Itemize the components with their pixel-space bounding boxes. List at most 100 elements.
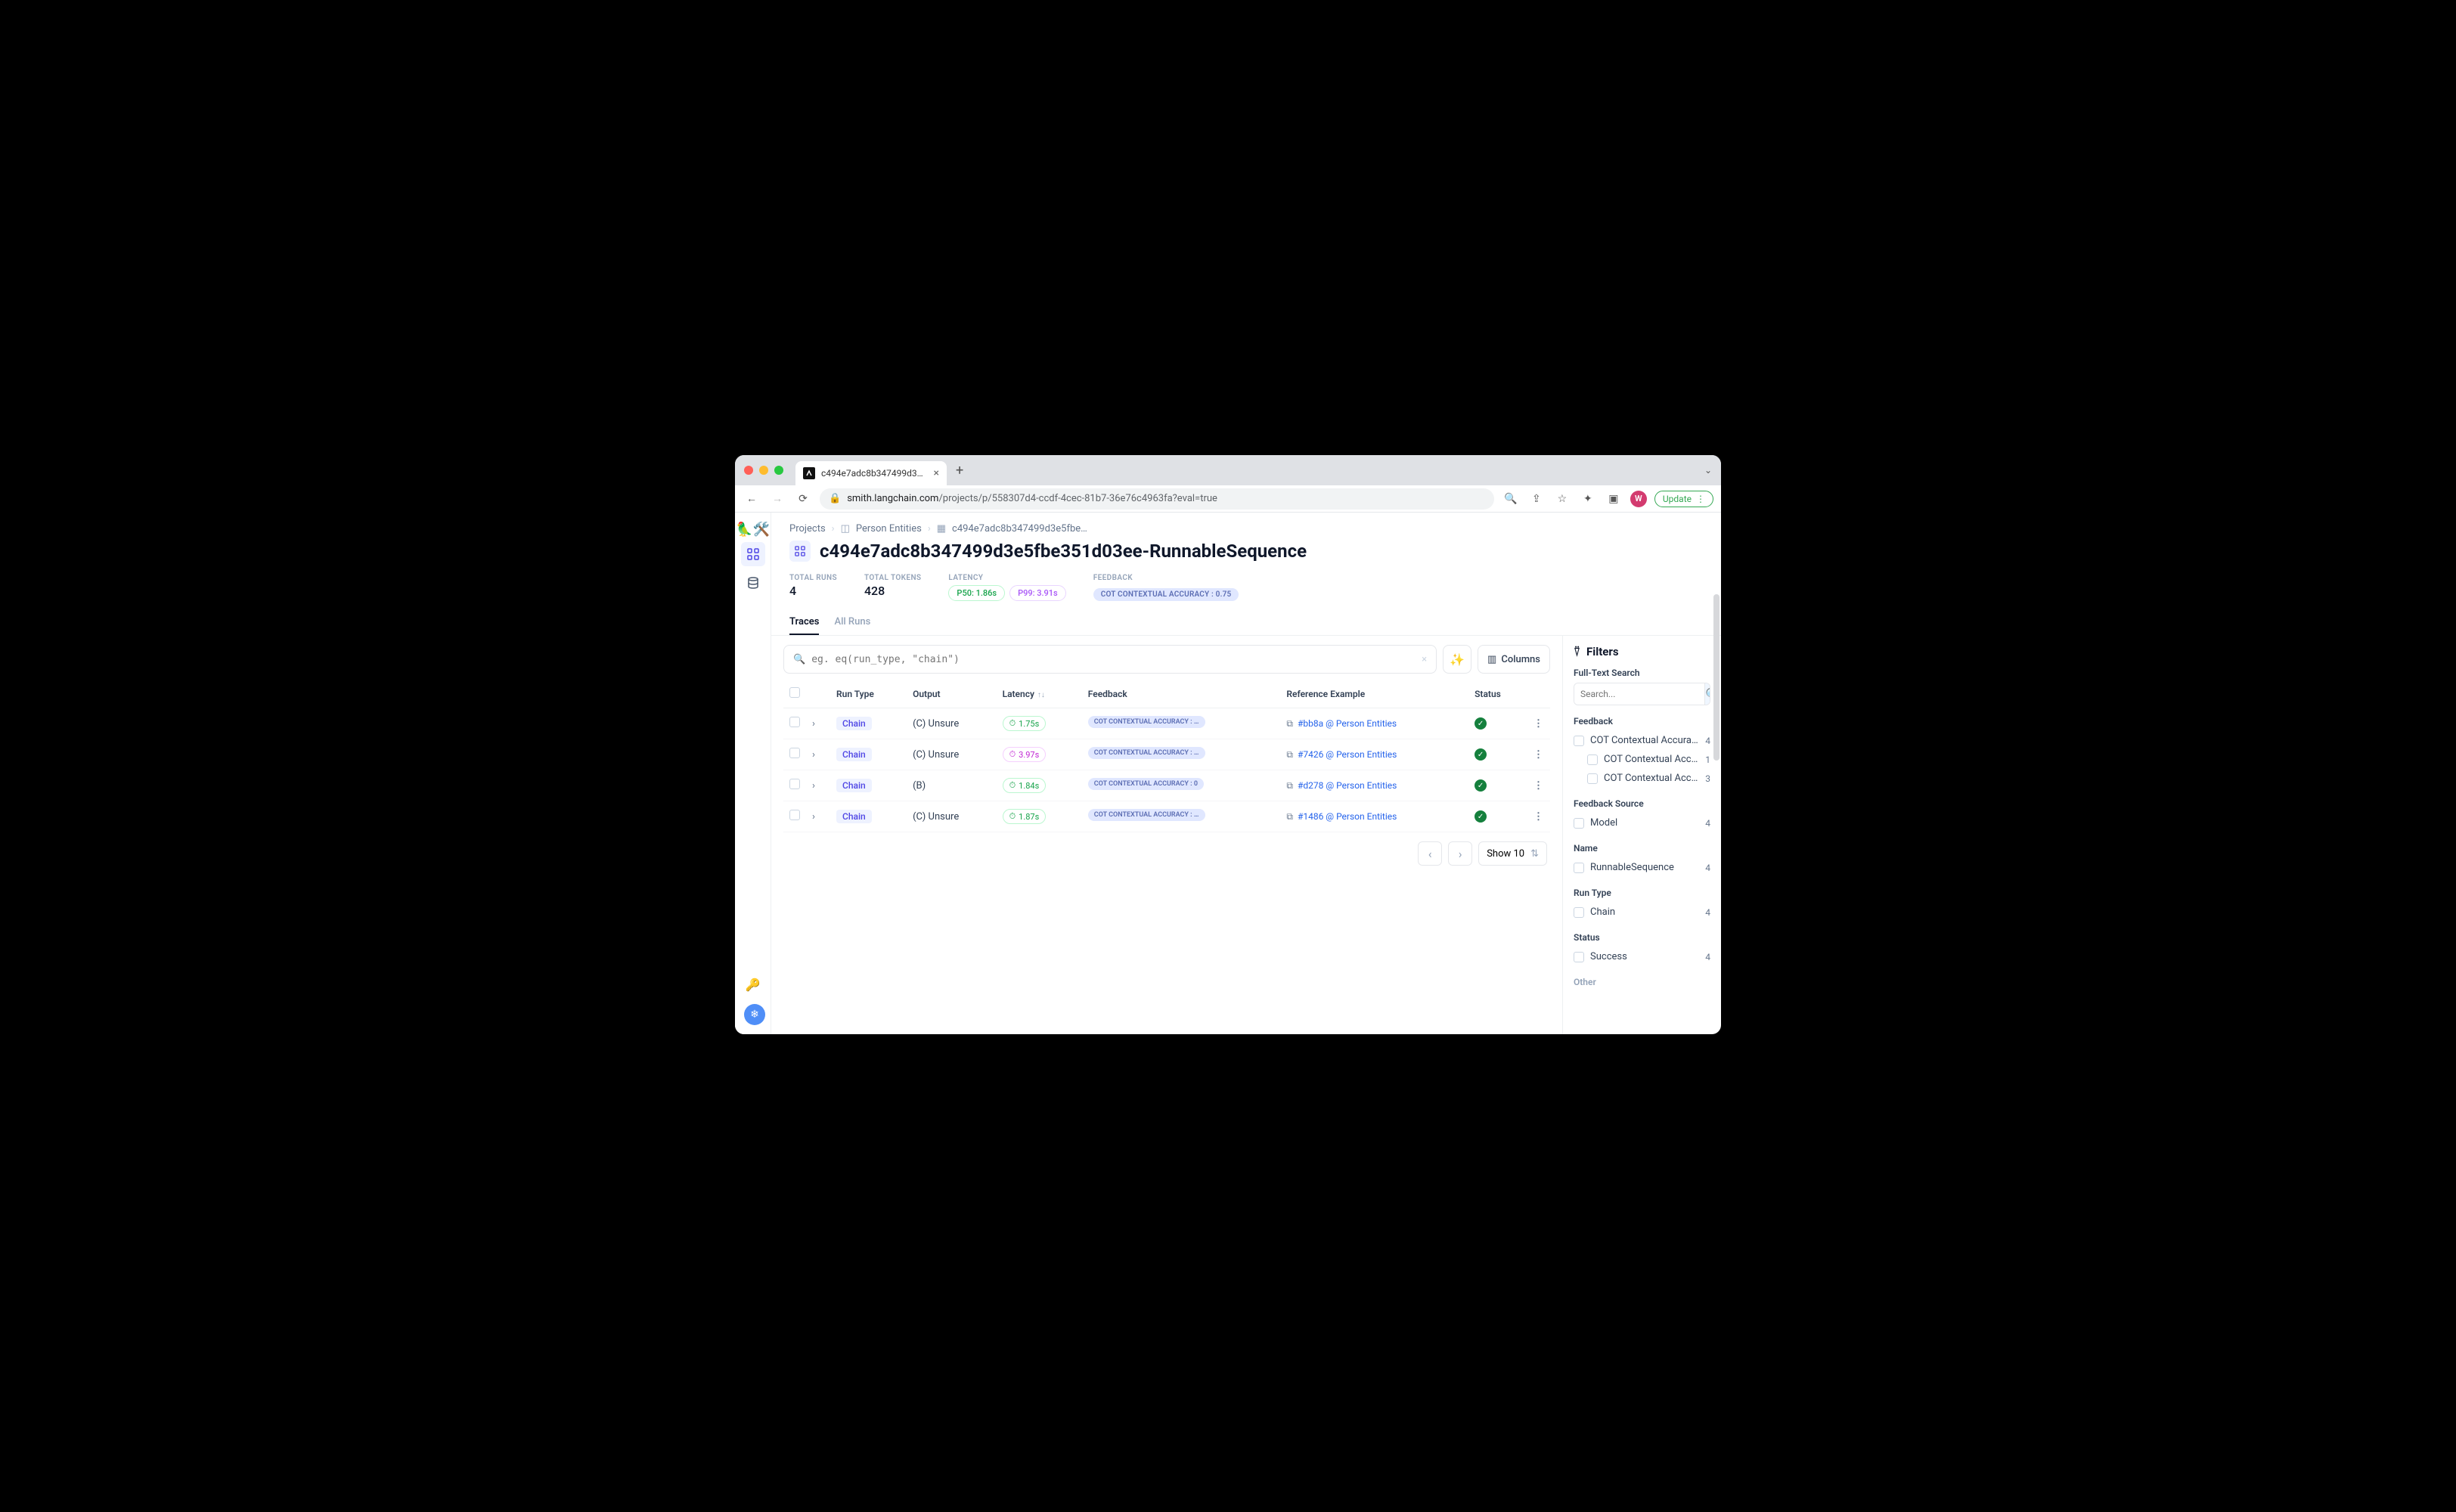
- prev-page-button[interactable]: ‹: [1418, 841, 1442, 866]
- filter-item-name: RunnableSequence: [1590, 862, 1699, 873]
- grid-icon: [789, 541, 811, 562]
- col-latency[interactable]: Latency↑↓: [997, 680, 1082, 708]
- filter-checkbox[interactable]: [1574, 863, 1584, 873]
- app-sidebar: 🦜🛠️ 🔑 📄: [735, 513, 771, 1034]
- row-checkbox[interactable]: [789, 748, 800, 758]
- filter-checkbox[interactable]: [1574, 907, 1584, 918]
- app-logo[interactable]: 🦜🛠️: [736, 522, 770, 538]
- tabs-overflow-icon[interactable]: ⌄: [1704, 465, 1712, 476]
- url-text: smith.langchain.com/projects/p/558307d4-…: [847, 493, 1217, 504]
- filter-search-button[interactable]: 🔍: [1704, 683, 1710, 705]
- output-cell: (B): [907, 770, 997, 801]
- total-runs-label: TOTAL RUNS: [789, 574, 837, 582]
- table-row[interactable]: › Chain (B) ⏱1.84s COT CONTEXTUAL ACCURA…: [783, 770, 1550, 801]
- browser-address-bar: ← → ⟳ 🔒 smith.langchain.com/projects/p/5…: [735, 485, 1721, 513]
- run-type-pill: Chain: [836, 810, 872, 823]
- update-button[interactable]: Update⋮: [1654, 491, 1713, 507]
- clear-icon[interactable]: ×: [1422, 654, 1427, 665]
- panel-icon[interactable]: ▣: [1605, 490, 1623, 508]
- sidebar-database-button[interactable]: [741, 571, 765, 595]
- filter-checkbox[interactable]: [1574, 952, 1584, 962]
- sidebar-key-button[interactable]: 🔑: [741, 972, 765, 996]
- magic-wand-button[interactable]: ✨: [1443, 645, 1471, 674]
- filter-item-count: 4: [1705, 818, 1710, 829]
- tab-favicon: [803, 467, 815, 479]
- sidebar-grid-button[interactable]: [741, 542, 765, 566]
- filter-item[interactable]: Model4: [1574, 813, 1710, 832]
- table-row[interactable]: › Chain (C) Unsure ⏱3.97s COT CONTEXTUAL…: [783, 739, 1550, 770]
- lock-icon: 🔒: [829, 493, 841, 504]
- filter-checkbox[interactable]: [1587, 754, 1598, 765]
- back-button[interactable]: ←: [743, 490, 761, 508]
- clock-icon: ⏱: [1009, 749, 1016, 760]
- expand-row-icon[interactable]: ›: [812, 811, 824, 823]
- reference-link[interactable]: ⧉#7426 @ Person Entities: [1286, 749, 1397, 761]
- row-checkbox[interactable]: [789, 717, 800, 727]
- stats-row: TOTAL RUNS 4 TOTAL TOKENS 428 LATENCY P5…: [771, 571, 1721, 610]
- select-all-checkbox[interactable]: [789, 687, 800, 698]
- filter-item[interactable]: RunnableSequence4: [1574, 858, 1710, 877]
- reference-link[interactable]: ⧉#bb8a @ Person Entities: [1286, 718, 1397, 730]
- next-page-button[interactable]: ›: [1448, 841, 1472, 866]
- window-maximize-button[interactable]: [774, 466, 783, 475]
- filter-item[interactable]: COT Contextual Acc…3: [1574, 769, 1710, 788]
- filter-item-name: Success: [1590, 951, 1699, 962]
- col-reference[interactable]: Reference Example: [1280, 680, 1468, 708]
- window-minimize-button[interactable]: [759, 466, 768, 475]
- table-row[interactable]: › Chain (C) Unsure ⏱1.75s COT CONTEXTUAL…: [783, 708, 1550, 739]
- status-success-icon: ✓: [1475, 717, 1487, 730]
- feedback-pill: COT CONTEXTUAL ACCURACY : 1.: [1088, 809, 1205, 821]
- page-size-select[interactable]: Show 10⇅: [1478, 841, 1547, 866]
- filter-item[interactable]: Chain4: [1574, 903, 1710, 922]
- expand-row-icon[interactable]: ›: [812, 780, 824, 792]
- reference-link[interactable]: ⧉#1486 @ Person Entities: [1286, 811, 1397, 823]
- filter-item[interactable]: COT Contextual Acc…1: [1574, 750, 1710, 769]
- breadcrumb-dataset[interactable]: Person Entities: [856, 523, 922, 534]
- database-icon: ◫: [841, 523, 850, 534]
- filter-search-input[interactable]: [1574, 683, 1704, 705]
- expand-row-icon[interactable]: ›: [812, 718, 824, 730]
- breadcrumb-projects[interactable]: Projects: [789, 523, 826, 534]
- tab-close-icon[interactable]: ×: [934, 467, 939, 479]
- window-close-button[interactable]: [744, 466, 753, 475]
- profile-avatar[interactable]: W: [1630, 491, 1647, 507]
- col-status[interactable]: Status: [1468, 680, 1527, 708]
- feedback-label: FEEDBACK: [1093, 574, 1239, 582]
- expand-row-icon[interactable]: ›: [812, 749, 824, 761]
- columns-button[interactable]: ▥ Columns: [1478, 645, 1550, 674]
- search-input[interactable]: [811, 654, 1416, 665]
- col-feedback[interactable]: Feedback: [1082, 680, 1281, 708]
- forward-button[interactable]: →: [768, 490, 786, 508]
- scrollbar[interactable]: [1713, 594, 1720, 1031]
- filter-checkbox[interactable]: [1574, 736, 1584, 746]
- browser-tab[interactable]: c494e7adc8b347499d3e5fbe ×: [795, 461, 947, 485]
- tab-all-runs[interactable]: All Runs: [834, 610, 870, 635]
- bookmark-icon[interactable]: ☆: [1553, 490, 1571, 508]
- feedback-section-label: Feedback: [1574, 716, 1710, 727]
- search-icon[interactable]: 🔍: [1502, 490, 1520, 508]
- search-box[interactable]: 🔍 ×: [783, 645, 1437, 674]
- reload-button[interactable]: ⟳: [794, 490, 812, 508]
- col-output[interactable]: Output: [907, 680, 997, 708]
- share-icon[interactable]: ⇪: [1527, 490, 1546, 508]
- row-menu-icon[interactable]: ⋮: [1533, 718, 1544, 730]
- help-chat-button[interactable]: ❄: [744, 1004, 765, 1025]
- row-checkbox[interactable]: [789, 779, 800, 789]
- row-menu-icon[interactable]: ⋮: [1533, 780, 1544, 792]
- table-row[interactable]: › Chain (C) Unsure ⏱1.87s COT CONTEXTUAL…: [783, 801, 1550, 832]
- filter-item[interactable]: Success4: [1574, 947, 1710, 966]
- filter-item[interactable]: COT Contextual Accuracy4: [1574, 731, 1710, 750]
- filter-checkbox[interactable]: [1587, 773, 1598, 784]
- reference-link[interactable]: ⧉#d278 @ Person Entities: [1286, 780, 1397, 792]
- url-field[interactable]: 🔒 smith.langchain.com/projects/p/558307d…: [820, 488, 1494, 510]
- extensions-icon[interactable]: ✦: [1579, 490, 1597, 508]
- p50-pill: P50: 1.86s: [948, 585, 1005, 601]
- filter-checkbox[interactable]: [1574, 818, 1584, 829]
- row-menu-icon[interactable]: ⋮: [1533, 811, 1544, 823]
- external-link-icon: ⧉: [1286, 749, 1293, 761]
- row-menu-icon[interactable]: ⋮: [1533, 749, 1544, 761]
- tab-traces[interactable]: Traces: [789, 610, 819, 635]
- col-run-type[interactable]: Run Type: [830, 680, 907, 708]
- row-checkbox[interactable]: [789, 810, 800, 820]
- new-tab-button[interactable]: +: [956, 463, 963, 479]
